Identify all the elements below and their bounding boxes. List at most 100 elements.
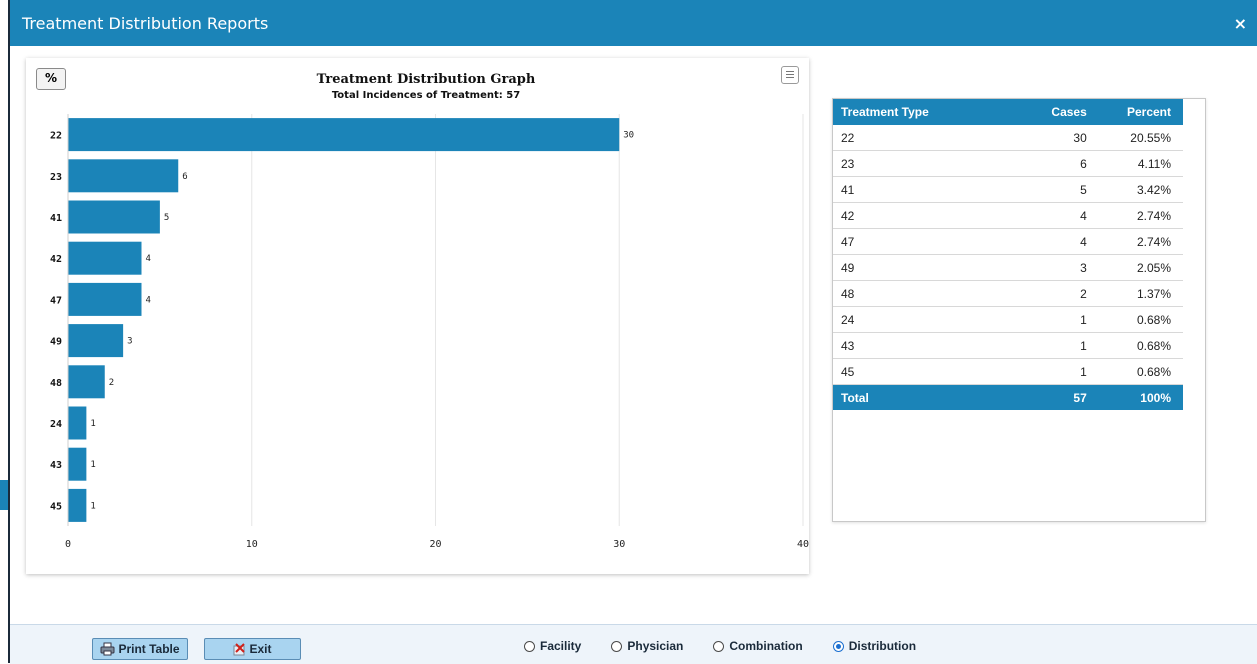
radio-physician[interactable]: Physician	[611, 639, 683, 653]
cell-total-percent: 100%	[1094, 384, 1183, 410]
radio-distribution-label: Distribution	[848, 639, 917, 653]
table-row: 22 30 20.55%	[833, 125, 1183, 151]
cell-percent: 1.37%	[1094, 280, 1183, 307]
cell-cases: 3	[1020, 254, 1095, 281]
exit-x-icon	[233, 642, 246, 655]
y-category-label: 45	[50, 501, 62, 512]
y-category-label: 41	[50, 213, 62, 224]
bar-chart: 0 10 20 30 40 22 30 23 6 41 5 42 4 47 4 49 3 48 2 24 1 43 1 45 1	[50, 114, 809, 550]
table-header-row: Treatment Type Cases Percent	[833, 99, 1183, 125]
footer-bar: Print Table Exit Facility Physician Comb…	[10, 624, 1257, 664]
bar-value-label: 3	[127, 337, 132, 347]
table-row: 43 1 0.68%	[833, 332, 1183, 359]
radio-physician-label: Physician	[627, 639, 684, 653]
bar-value-label: 4	[146, 295, 151, 305]
cell-cases: 1	[1020, 306, 1095, 333]
radio-combination-dot[interactable]	[713, 640, 725, 652]
y-category-label: 47	[50, 295, 62, 306]
cell-cases: 6	[1020, 150, 1095, 177]
cell-type: 42	[833, 202, 1021, 229]
bar	[68, 447, 87, 481]
report-window: Treatment Distribution Reports × % Treat…	[8, 0, 1257, 664]
bar-value-label: 6	[182, 172, 187, 182]
x-tick-label: 20	[429, 539, 441, 550]
left-edge-accent	[0, 480, 8, 510]
radio-physician-dot[interactable]	[611, 640, 623, 652]
cell-total-cases: 57	[1020, 384, 1095, 410]
radio-combination[interactable]: Combination	[713, 639, 803, 653]
cell-cases: 4	[1020, 202, 1095, 229]
exit-button[interactable]: Exit	[204, 638, 301, 660]
cell-percent: 2.74%	[1094, 228, 1183, 255]
cell-type: 47	[833, 228, 1021, 255]
exit-label: Exit	[249, 642, 272, 656]
cell-percent: 0.68%	[1094, 306, 1183, 333]
cell-cases: 2	[1020, 280, 1095, 307]
y-category-label: 48	[50, 378, 62, 389]
cell-type: 43	[833, 332, 1021, 359]
x-tick-label: 0	[65, 539, 71, 550]
bar	[68, 324, 124, 358]
bar-value-label: 1	[90, 460, 95, 470]
close-icon[interactable]: ×	[1234, 14, 1247, 33]
x-tick-label: 30	[613, 539, 625, 550]
table-row: 41 5 3.42%	[833, 176, 1183, 203]
bar	[68, 159, 179, 193]
cell-percent: 2.05%	[1094, 254, 1183, 281]
cell-type: 48	[833, 280, 1021, 307]
radio-distribution-dot[interactable]	[832, 640, 844, 652]
bar	[68, 282, 142, 316]
cell-type: 22	[833, 125, 1021, 151]
bar-value-label: 1	[90, 501, 95, 511]
report-type-radio-group: Facility Physician Combination Distribut…	[524, 639, 916, 653]
bar-value-label: 5	[164, 213, 169, 223]
table-row: 23 6 4.11%	[833, 150, 1183, 177]
cell-cases: 30	[1020, 125, 1095, 151]
cell-percent: 0.68%	[1094, 358, 1183, 385]
bar	[68, 406, 87, 440]
cell-percent: 4.11%	[1094, 150, 1183, 177]
cell-cases: 1	[1020, 358, 1095, 385]
y-category-label: 22	[50, 131, 62, 142]
y-category-label: 43	[50, 460, 62, 471]
distribution-table: Treatment Type Cases Percent 22 30 20.55% …	[833, 99, 1183, 410]
print-table-button[interactable]: Print Table	[92, 638, 188, 660]
x-tick-label: 40	[797, 539, 809, 550]
col-header-percent: Percent	[1094, 99, 1183, 125]
printer-icon	[100, 642, 115, 656]
radio-distribution[interactable]: Distribution	[832, 639, 917, 653]
table-row: 45 1 0.68%	[833, 358, 1183, 385]
table-row: 42 4 2.74%	[833, 202, 1183, 229]
cell-type: 45	[833, 358, 1021, 385]
col-header-cases: Cases	[1020, 99, 1095, 125]
cell-percent: 0.68%	[1094, 332, 1183, 359]
bar	[68, 118, 620, 152]
cell-cases: 1	[1020, 332, 1095, 359]
x-tick-label: 10	[246, 539, 258, 550]
bar	[68, 488, 87, 522]
table-total-row: Total 57 100%	[833, 384, 1183, 410]
cell-percent: 2.74%	[1094, 202, 1183, 229]
col-header-treatment-type: Treatment Type	[833, 99, 1021, 125]
cell-type: 24	[833, 306, 1021, 333]
chart-panel: % Treatment Distribution Graph Total Inc…	[26, 58, 809, 574]
table-row: 24 1 0.68%	[833, 306, 1183, 333]
cell-type: 23	[833, 150, 1021, 177]
table-row: 48 2 1.37%	[833, 280, 1183, 307]
radio-combination-label: Combination	[729, 639, 803, 653]
bar-value-label: 1	[90, 419, 95, 429]
bar-value-label: 4	[146, 254, 151, 264]
cell-cases: 5	[1020, 176, 1095, 203]
y-category-label: 23	[50, 172, 62, 183]
cell-type: 41	[833, 176, 1021, 203]
cell-percent: 3.42%	[1094, 176, 1183, 203]
window-title: Treatment Distribution Reports	[22, 14, 269, 33]
print-table-label: Print Table	[118, 642, 180, 656]
bar-value-label: 2	[109, 378, 114, 388]
y-category-label: 42	[50, 254, 62, 265]
radio-facility-dot[interactable]	[524, 640, 535, 652]
radio-facility-label: Facility	[540, 639, 582, 653]
bar-value-label: 30	[623, 131, 634, 141]
radio-facility[interactable]: Facility	[524, 639, 581, 653]
bar	[68, 200, 160, 234]
